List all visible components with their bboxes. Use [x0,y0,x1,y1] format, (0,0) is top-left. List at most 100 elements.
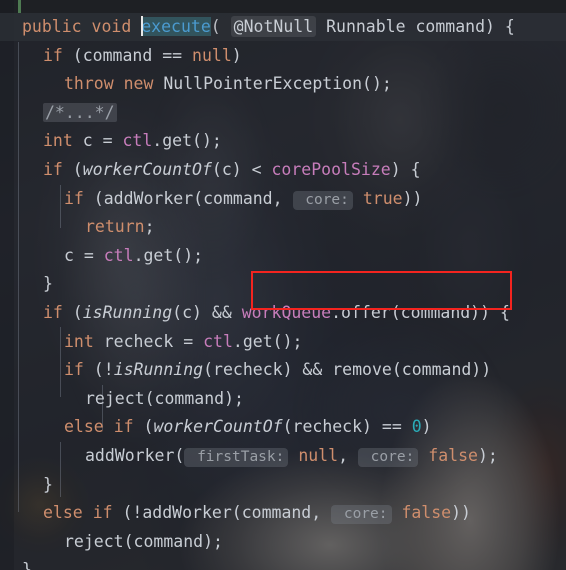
code-token: workQueue [241,302,332,322]
code-token: )) [402,188,423,208]
code-line[interactable]: } [0,556,566,570]
code-line[interactable]: reject(command); [0,385,566,414]
code-token: } [43,474,53,494]
code-line[interactable]: c = ctl.get(); [0,242,566,271]
code-line[interactable]: if (command == null) [0,42,566,71]
code-token: if [113,417,134,437]
code-token: (c) && [172,302,242,322]
code-token: Runnable command) { [316,17,515,36]
code-token: ( [62,302,83,322]
code-token: c = [72,131,123,151]
code-token: isRunning [82,302,173,322]
code-line[interactable]: return; [0,213,566,242]
code-token: int [64,331,94,351]
code-line[interactable]: int recheck = ctl.get(); [0,328,566,357]
code-token: int [43,131,73,151]
code-token: void [91,17,132,36]
code-token: else [64,417,104,437]
code-line[interactable]: else if (!addWorker(command, core: false… [0,499,566,528]
code-token: false [428,445,478,465]
code-token: workerCountOf [82,159,212,179]
code-token: null [298,445,339,465]
code-token: else [43,503,83,523]
code-token: if [92,503,113,523]
code-token: } [43,274,53,294]
code-text-area[interactable]: public void execute( @NotNull Runnable c… [0,0,566,570]
code-token: core: [331,505,392,525]
text-caret [141,16,144,36]
code-token: )) [451,503,471,523]
vcs-change-marker[interactable] [18,0,21,13]
code-token: ) { [390,159,421,179]
code-editor-window: public void execute( @NotNull Runnable c… [0,0,566,570]
code-token: workerCountOf [153,417,283,437]
code-token: isRunning [113,360,204,380]
code-token: , [338,445,358,465]
code-line[interactable]: else if (workerCountOf(recheck) == 0) [0,413,566,442]
code-token: new [123,74,154,94]
code-line[interactable]: } [0,471,566,500]
code-token: (!addWorker(command, [112,503,332,523]
code-token: ) [421,417,432,437]
code-token: .get(); [133,245,204,265]
code-token: recheck = [93,331,204,351]
code-token: ( [62,159,83,179]
code-token: (recheck) == [282,417,412,437]
code-line[interactable]: /*...*/ [0,99,566,128]
code-token: if [64,188,84,208]
code-line[interactable]: throw new NullPointerException(); [0,70,566,99]
code-token: (recheck) && remove(command)) [203,360,492,380]
code-line[interactable]: int c = ctl.get(); [0,127,566,156]
code-token: ctl [103,245,134,265]
code-token: if [64,360,84,380]
code-token: (c) < [211,159,272,179]
code-line[interactable]: } [0,270,566,299]
code-token: corePoolSize [271,159,391,179]
code-line[interactable]: if (isRunning(c) && workQueue.offer(comm… [0,299,566,328]
code-token: true [362,188,403,208]
code-token: 0 [411,417,422,437]
code-token: if [43,45,63,65]
code-line[interactable]: public void execute( @NotNull Runnable c… [0,13,566,42]
code-token: (addWorker(command, [83,188,293,208]
code-token: addWorker( [85,445,185,465]
code-token: .get(); [232,331,303,351]
code-token: ; [144,217,155,237]
code-token: ( [210,17,221,36]
code-token: .offer(command)) { [331,302,510,322]
code-token: public [22,17,82,36]
code-token: core: [357,447,419,467]
code-token: execute [141,17,211,36]
code-token: firstTask: [184,447,289,467]
code-token: null [192,45,232,65]
code-line[interactable]: addWorker( firstTask: null, core: false)… [0,442,566,471]
code-token: ) [231,45,242,65]
code-line[interactable]: if (workerCountOf(c) < corePoolSize) { [0,156,566,185]
code-token: return [85,217,145,237]
code-token: reject(command); [85,388,244,408]
code-line[interactable]: reject(command); [0,528,566,557]
code-token: throw [64,74,114,94]
code-token: core: [292,190,353,210]
code-token: @NotNull [230,16,317,37]
code-token: } [22,560,32,570]
code-line[interactable]: if (addWorker(command, core: true)) [0,185,566,214]
code-token: ( [133,417,154,437]
code-token: ); [477,445,498,465]
code-token: /*...*/ [43,102,117,122]
code-token: if [43,302,63,322]
code-token: c = [64,245,104,265]
code-token: ctl [122,131,153,151]
code-line[interactable]: if (!isRunning(recheck) && remove(comman… [0,356,566,385]
code-token: false [401,503,452,523]
